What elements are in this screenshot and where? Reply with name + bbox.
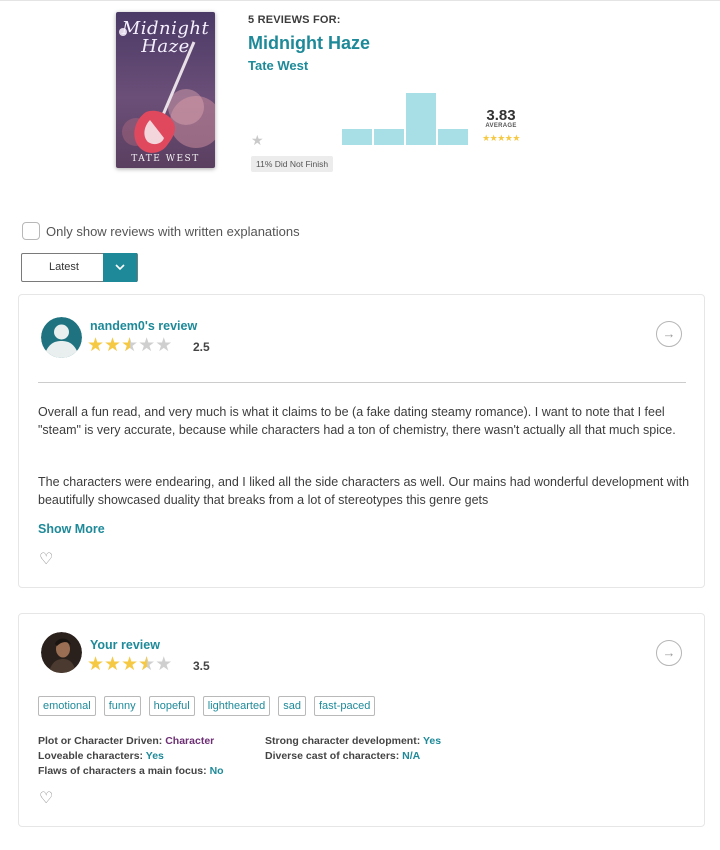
heart-icon[interactable]: ♡ xyxy=(39,552,53,568)
default-avatar-icon[interactable] xyxy=(41,317,82,358)
attribute-diverse-cast: Diverse cast of characters: N/A xyxy=(265,750,421,762)
tag[interactable]: fast-paced xyxy=(313,696,376,716)
arrow-right-icon[interactable]: → xyxy=(656,321,682,347)
star-icon: ★ xyxy=(251,132,264,148)
star-icon: ★ xyxy=(87,335,105,356)
sort-selected-value[interactable]: Latest xyxy=(22,254,106,281)
star-icon: ★ xyxy=(104,654,122,675)
average-rating: 3.83 xyxy=(486,107,516,124)
your-review-link[interactable]: Your review xyxy=(90,638,160,652)
sort-dropdown[interactable]: Latest xyxy=(21,253,138,282)
tag[interactable]: lighthearted xyxy=(202,696,271,716)
review-card: nandem0's review ★★★★★ 2.5 → Overall a f… xyxy=(18,294,705,588)
star-icon: ★ xyxy=(155,335,173,356)
star-rating: ★★★★★ xyxy=(87,335,173,357)
tag[interactable]: funny xyxy=(103,696,141,716)
divider xyxy=(38,382,686,383)
show-more-link[interactable]: Show More xyxy=(38,522,105,536)
cover-title: Midnight Haze xyxy=(121,18,210,57)
attribute-character-development: Strong character development: Yes xyxy=(265,735,442,747)
review-card: Your review ★★★★★ 3.5 → emotional funny … xyxy=(18,613,705,827)
written-explanations-label[interactable]: Only show reviews with written explanati… xyxy=(46,224,300,239)
star-rating: ★★★★★ xyxy=(87,654,173,676)
star-icon: ★ xyxy=(87,654,105,675)
written-explanations-checkbox[interactable] xyxy=(22,222,40,240)
review-paragraph: The characters were endearing, and I lik… xyxy=(38,475,690,507)
histogram-bar xyxy=(406,93,436,145)
book-cover-image[interactable]: Midnight Haze TATE WEST xyxy=(116,12,215,168)
user-avatar[interactable] xyxy=(41,632,82,673)
star-icon: ★ xyxy=(104,335,122,356)
average-stars-icon: ★★★★★ xyxy=(482,133,520,143)
star-icon: ★ xyxy=(138,655,155,676)
reviews-count-heading: 5 REVIEWS FOR: xyxy=(248,14,341,26)
rating-value: 2.5 xyxy=(193,340,210,354)
histogram-bar xyxy=(438,129,468,145)
book-author-link[interactable]: Tate West xyxy=(248,58,308,73)
rating-histogram xyxy=(340,93,470,145)
star-icon: ★ xyxy=(138,335,156,356)
book-title-link[interactable]: Midnight Haze xyxy=(248,33,370,54)
arrow-right-icon[interactable]: → xyxy=(656,640,682,666)
attribute-plot-or-character: Plot or Character Driven: Character xyxy=(38,735,215,747)
histogram-bar xyxy=(342,129,372,145)
tag[interactable]: emotional xyxy=(38,696,96,716)
mood-tags: emotional funny hopeful lighthearted sad… xyxy=(38,696,376,716)
heart-icon[interactable]: ♡ xyxy=(39,791,53,807)
tag[interactable]: hopeful xyxy=(148,696,195,716)
star-icon: ★ xyxy=(155,654,173,675)
top-divider xyxy=(0,0,720,1)
dnf-badge: 11% Did Not Finish xyxy=(251,156,334,172)
review-paragraph: Overall a fun read, and very much is wha… xyxy=(38,405,676,437)
tag[interactable]: sad xyxy=(278,696,306,716)
cover-author: TATE WEST xyxy=(131,154,200,164)
attribute-loveable-characters: Loveable characters: Yes xyxy=(38,750,164,762)
reviewer-name-link[interactable]: nandem0's review xyxy=(90,319,197,333)
histogram-bar xyxy=(374,129,404,145)
rating-value: 3.5 xyxy=(193,659,210,673)
star-icon: ★ xyxy=(121,654,139,675)
attribute-flaws-focus: Flaws of characters a main focus: No xyxy=(38,765,224,777)
chevron-down-icon[interactable] xyxy=(103,253,137,282)
average-label: AVERAGE xyxy=(485,123,517,129)
star-icon: ★ xyxy=(121,336,138,357)
